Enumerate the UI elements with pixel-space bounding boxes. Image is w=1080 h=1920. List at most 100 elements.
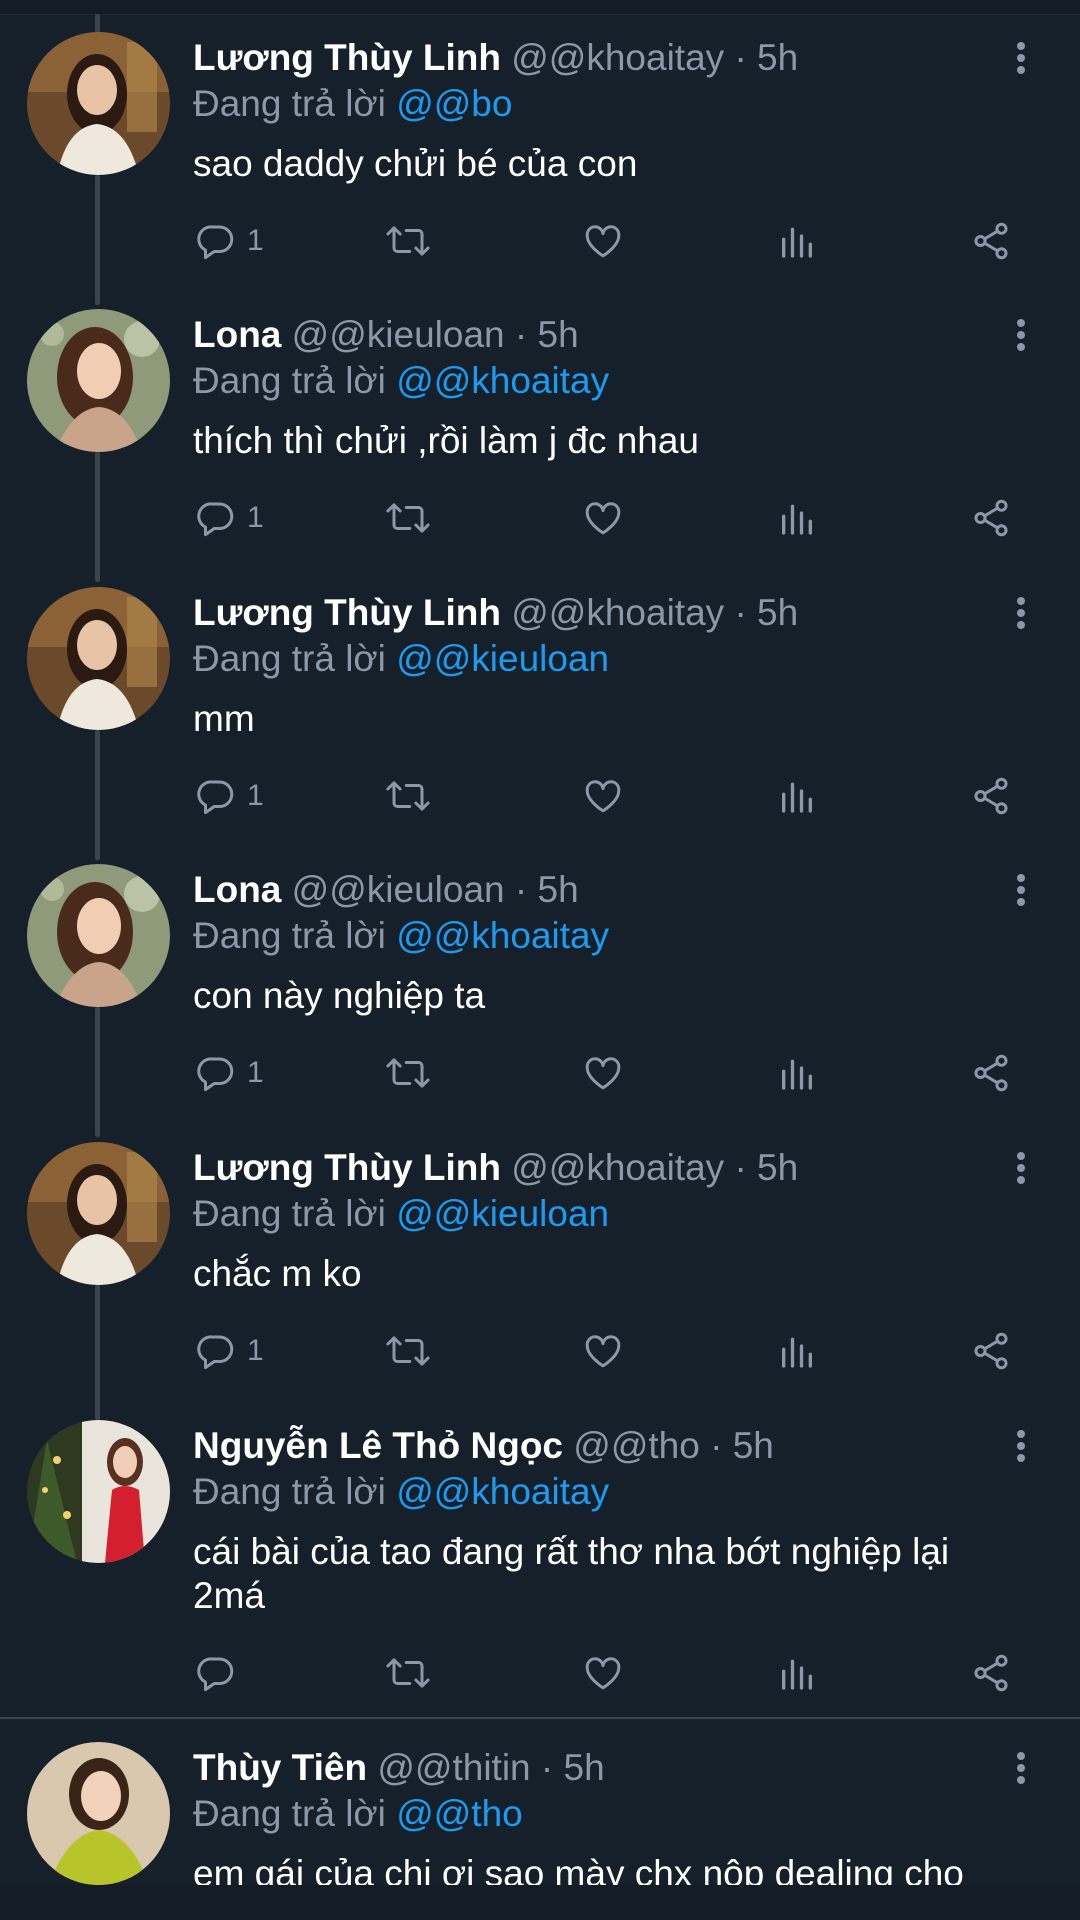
reply-thread: Lương Thùy Linh @@khoaitay · 5h Đang trả… (0, 0, 1080, 1920)
mention-link[interactable]: @@kieuloan (396, 1193, 609, 1234)
tweet[interactable]: Thùy Tiên @@thitin · 5h Đang trả lời @@t… (0, 1710, 1080, 1885)
retweet-button[interactable] (385, 771, 431, 821)
replying-to-label: Đang trả lời (193, 1471, 386, 1512)
avatar[interactable] (27, 587, 170, 730)
tweet-header: Lương Thùy Linh @@khoaitay · 5h (193, 36, 798, 80)
retweet-button[interactable] (385, 216, 431, 266)
avatar[interactable] (27, 1142, 170, 1285)
handle[interactable]: @@tho (573, 1425, 700, 1466)
avatar[interactable] (27, 32, 170, 175)
timestamp[interactable]: · 5h (515, 869, 579, 910)
avatar[interactable] (27, 1420, 170, 1563)
handle[interactable]: @@khoaitay (511, 592, 724, 633)
reply-count: 1 (247, 1334, 264, 1367)
display-name[interactable]: Lương Thùy Linh (193, 592, 501, 633)
avatar[interactable] (27, 1742, 170, 1885)
share-button[interactable] (970, 1048, 1012, 1098)
retweet-button[interactable] (385, 1048, 431, 1098)
handle[interactable]: @@kieuloan (292, 314, 505, 355)
mention-link[interactable]: @@khoaitay (396, 1471, 609, 1512)
mention-link[interactable]: @@tho (396, 1793, 523, 1834)
like-button[interactable] (582, 771, 624, 821)
avatar-linh-image (27, 1142, 170, 1285)
timestamp[interactable]: · 5h (734, 1147, 798, 1188)
display-name[interactable]: Nguyễn Lê Thỏ Ngọc (193, 1425, 563, 1466)
mention-link[interactable]: @@khoaitay (396, 360, 609, 401)
avatar[interactable] (27, 309, 170, 452)
tweet-header: Lương Thùy Linh @@khoaitay · 5h (193, 591, 798, 635)
like-button[interactable] (582, 1326, 624, 1376)
handle[interactable]: @@thitin (377, 1747, 530, 1788)
mention-link[interactable]: @@kieuloan (396, 638, 609, 679)
bottom-bar (0, 1885, 1080, 1920)
like-button[interactable] (582, 1048, 624, 1098)
handle[interactable]: @@kieuloan (292, 869, 505, 910)
heart-icon (585, 502, 621, 535)
handle[interactable]: @@khoaitay (511, 1147, 724, 1188)
tweet-text: thích thì chửi ,rồi làm j đc nhau (193, 420, 700, 461)
tweet-text: chắc m ko (193, 1253, 362, 1294)
views-icon (782, 504, 812, 535)
share-button[interactable] (970, 1648, 1012, 1698)
display-name[interactable]: Thùy Tiên (193, 1747, 367, 1788)
views-button[interactable] (777, 771, 817, 821)
more-icon[interactable] (1006, 313, 1036, 357)
views-button[interactable] (777, 493, 817, 543)
tweet-header: Nguyễn Lê Thỏ Ngọc @@tho · 5h (193, 1424, 774, 1468)
retweet-icon (386, 1658, 430, 1688)
reply-button[interactable]: 1 (195, 1326, 264, 1376)
views-button[interactable] (777, 216, 817, 266)
share-button[interactable] (970, 1326, 1012, 1376)
like-button[interactable] (582, 493, 624, 543)
views-button[interactable] (777, 1648, 817, 1698)
like-button[interactable] (582, 216, 624, 266)
more-icon[interactable] (1006, 36, 1036, 80)
retweet-icon (386, 1058, 430, 1088)
timestamp[interactable]: · 5h (515, 314, 579, 355)
retweet-icon (386, 1336, 430, 1366)
reply-icon (197, 502, 234, 537)
avatar[interactable] (27, 864, 170, 1007)
replying-to: Đang trả lời @@khoaitay (193, 1470, 609, 1514)
reply-button[interactable]: 1 (195, 1048, 264, 1098)
avatar-ngoc-image (27, 1420, 170, 1563)
display-name[interactable]: Lona (193, 314, 281, 355)
tweet-text: mm (193, 698, 255, 739)
display-name[interactable]: Lona (193, 869, 281, 910)
mention-link[interactable]: @@bo (396, 83, 512, 124)
display-name[interactable]: Lương Thùy Linh (193, 1147, 501, 1188)
more-icon[interactable] (1006, 1146, 1036, 1190)
views-button[interactable] (777, 1326, 817, 1376)
display-name[interactable]: Lương Thùy Linh (193, 37, 501, 78)
more-icon[interactable] (1006, 591, 1036, 635)
timestamp[interactable]: · 5h (734, 37, 798, 78)
more-icon[interactable] (1006, 868, 1036, 912)
reply-button[interactable]: 1 (195, 771, 264, 821)
reply-button[interactable]: 1 (195, 216, 264, 266)
retweet-button[interactable] (385, 1648, 431, 1698)
tweet-actions: 1 (0, 1048, 1080, 1098)
reply-button[interactable]: 1 (195, 493, 264, 543)
share-button[interactable] (970, 493, 1012, 543)
reply-count: 1 (247, 224, 264, 257)
retweet-icon (386, 503, 430, 533)
timestamp[interactable]: · 5h (710, 1425, 774, 1466)
timestamp[interactable]: · 5h (734, 592, 798, 633)
views-icon (782, 1659, 812, 1690)
reply-button[interactable] (195, 1648, 247, 1698)
share-button[interactable] (970, 771, 1012, 821)
more-icon[interactable] (1006, 1424, 1036, 1468)
replying-to-label: Đang trả lời (193, 1193, 386, 1234)
timestamp[interactable]: · 5h (541, 1747, 605, 1788)
like-button[interactable] (582, 1648, 624, 1698)
views-button[interactable] (777, 1048, 817, 1098)
mention-link[interactable]: @@khoaitay (396, 915, 609, 956)
share-button[interactable] (970, 216, 1012, 266)
views-icon (782, 782, 812, 813)
tweet-header: Lona @@kieuloan · 5h (193, 868, 579, 912)
handle[interactable]: @@khoaitay (511, 37, 724, 78)
retweet-button[interactable] (385, 493, 431, 543)
reply-icon (197, 780, 234, 815)
more-icon[interactable] (1006, 1746, 1036, 1790)
retweet-button[interactable] (385, 1326, 431, 1376)
